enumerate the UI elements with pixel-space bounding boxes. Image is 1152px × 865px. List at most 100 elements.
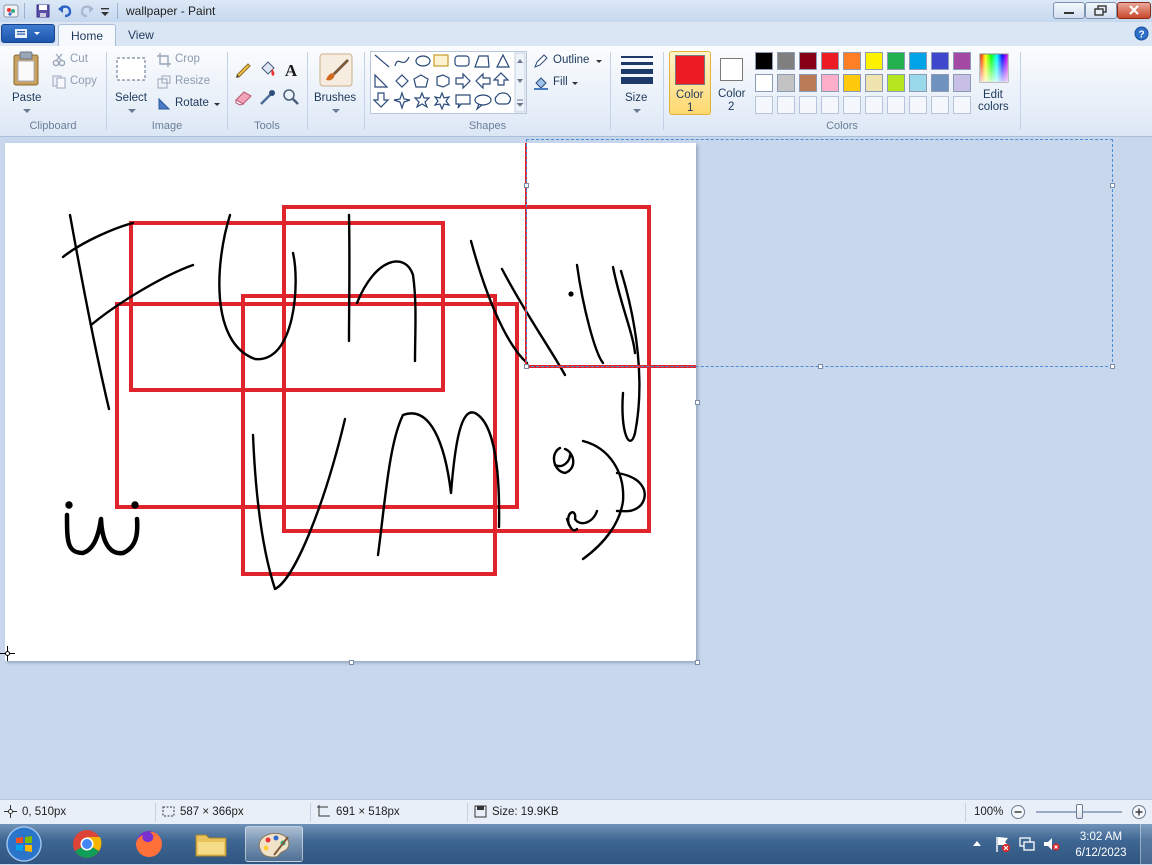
chrome-icon [60, 826, 114, 862]
palette-color-swatch[interactable] [777, 74, 795, 92]
network-icon[interactable] [1018, 835, 1036, 853]
selection-handle[interactable] [818, 364, 823, 369]
palette-color-swatch[interactable] [931, 74, 949, 92]
file-size: Size: 19.9KB [492, 806, 558, 818]
palette-color-swatch[interactable] [909, 52, 927, 70]
shapes-gallery[interactable] [370, 51, 527, 114]
palette-color-swatch[interactable] [865, 74, 883, 92]
color1-button[interactable]: Color 1 [669, 51, 711, 115]
close-button[interactable] [1117, 2, 1151, 19]
redo-icon[interactable] [79, 3, 95, 19]
color2-button[interactable]: Color 2 [713, 51, 751, 115]
customize-quick-access-icon[interactable] [99, 3, 111, 19]
canvas-resize-handle-bottom[interactable] [349, 660, 354, 665]
selection-handle[interactable] [1110, 364, 1115, 369]
taskbar-firefox[interactable] [122, 826, 176, 862]
help-icon[interactable]: ? [1134, 26, 1149, 41]
select-label: Select [115, 92, 147, 104]
palette-color-swatch[interactable] [755, 74, 773, 92]
action-center-flag-icon[interactable] [994, 835, 1012, 853]
brushes-button[interactable]: Brushes [312, 50, 360, 116]
palette-empty-swatch[interactable] [931, 96, 949, 114]
freehand-stroke [253, 419, 345, 589]
tab-home[interactable]: Home [58, 24, 116, 47]
outline-dropdown[interactable]: Outline [533, 53, 603, 69]
minimize-button[interactable] [1053, 2, 1085, 19]
palette-color-swatch[interactable] [953, 52, 971, 70]
color-picker-icon[interactable] [257, 87, 277, 107]
cut-label: Cut [70, 53, 88, 65]
paint-menu-icon [2, 25, 54, 42]
zoom-in-icon[interactable] [1131, 804, 1147, 820]
color2-number: 2 [728, 101, 734, 113]
fill-bucket-icon[interactable] [257, 59, 277, 79]
cursor-position-icon [4, 805, 17, 818]
palette-empty-swatch[interactable] [799, 96, 817, 114]
palette-color-swatch[interactable] [865, 52, 883, 70]
palette-color-swatch[interactable] [821, 52, 839, 70]
palette-color-swatch[interactable] [887, 52, 905, 70]
zoom-out-icon[interactable] [1010, 804, 1026, 820]
palette-color-swatch[interactable] [843, 74, 861, 92]
palette-empty-swatch[interactable] [777, 96, 795, 114]
resize-icon [157, 75, 171, 89]
selection-rectangle[interactable] [526, 139, 1113, 367]
palette-color-swatch[interactable] [755, 52, 773, 70]
text-tool-icon[interactable]: A [281, 59, 301, 79]
magnifier-icon[interactable] [281, 87, 301, 107]
zoom-slider-thumb[interactable] [1076, 804, 1083, 819]
undo-icon[interactable] [57, 3, 73, 19]
rotate-button[interactable]: Rotate [157, 96, 223, 112]
palette-color-swatch[interactable] [843, 52, 861, 70]
palette-empty-swatch[interactable] [755, 96, 773, 114]
palette-color-swatch[interactable] [799, 52, 817, 70]
palette-empty-swatch[interactable] [909, 96, 927, 114]
taskbar-explorer[interactable] [184, 826, 238, 862]
selection-handle[interactable] [524, 183, 529, 188]
palette-color-swatch[interactable] [799, 74, 817, 92]
palette-color-swatch[interactable] [953, 74, 971, 92]
eraser-icon[interactable] [233, 87, 253, 107]
edit-colors-button[interactable]: Edit colors [975, 51, 1015, 115]
paste-button[interactable]: Paste [6, 50, 46, 116]
select-button[interactable]: Select [112, 50, 152, 116]
selection-handle[interactable] [524, 364, 529, 369]
palette-empty-swatch[interactable] [865, 96, 883, 114]
selection-handle[interactable] [1110, 183, 1115, 188]
brush-icon [318, 52, 354, 88]
show-hidden-icons-icon[interactable] [972, 839, 982, 847]
palette-empty-swatch[interactable] [953, 96, 971, 114]
resize-button[interactable]: Resize [157, 74, 217, 90]
palette-color-swatch[interactable] [777, 52, 795, 70]
palette-color-swatch[interactable] [821, 74, 839, 92]
paint-app-icon[interactable] [3, 3, 19, 19]
start-button-icon[interactable] [4, 825, 44, 863]
red-rectangle [117, 304, 517, 507]
show-desktop-button[interactable] [1140, 824, 1152, 864]
volume-muted-icon[interactable] [1042, 835, 1060, 853]
folder-icon [184, 826, 238, 862]
save-icon[interactable] [35, 3, 51, 19]
paint-menu-button[interactable] [1, 24, 55, 43]
palette-empty-swatch[interactable] [821, 96, 839, 114]
palette-empty-swatch[interactable] [843, 96, 861, 114]
clock-time: 3:02 AM [1066, 831, 1136, 843]
palette-color-swatch[interactable] [887, 74, 905, 92]
copy-button[interactable]: Copy [52, 74, 102, 90]
pencil-icon[interactable] [233, 59, 253, 79]
crop-button[interactable]: Crop [157, 52, 217, 68]
tab-view[interactable]: View [116, 24, 166, 46]
canvas-resize-handle-right[interactable] [695, 400, 700, 405]
restore-button[interactable] [1085, 2, 1117, 19]
clock[interactable]: 3:02 AM 6/12/2023 [1066, 828, 1136, 862]
canvas-resize-handle-corner[interactable] [695, 660, 700, 665]
chevron-down-icon [632, 108, 642, 114]
taskbar-paint[interactable] [245, 826, 303, 862]
palette-color-swatch[interactable] [931, 52, 949, 70]
palette-empty-swatch[interactable] [887, 96, 905, 114]
palette-color-swatch[interactable] [909, 74, 927, 92]
size-button[interactable]: Size [616, 50, 658, 116]
cut-button[interactable]: Cut [52, 52, 102, 68]
fill-dropdown[interactable]: Fill [533, 75, 593, 91]
taskbar-chrome[interactable] [60, 826, 114, 862]
